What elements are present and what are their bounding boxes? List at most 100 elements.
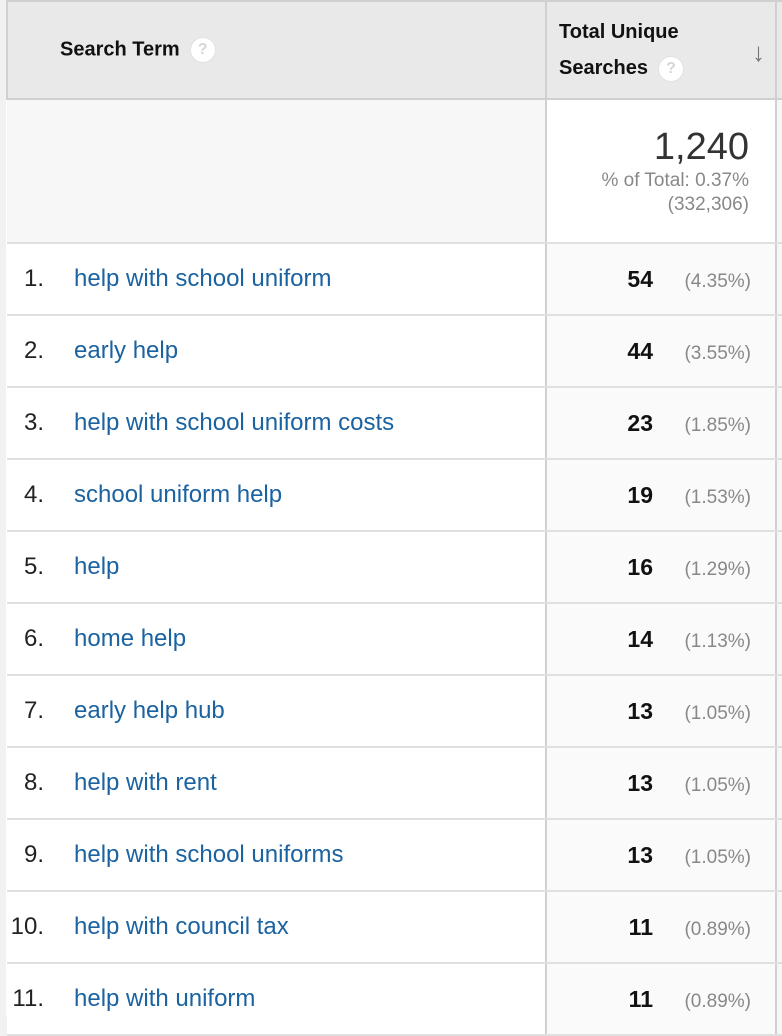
search-term-cell: 1. help with school uniform [7,243,546,316]
search-term-link[interactable]: early help hub [74,697,225,724]
table-row: 7. early help hub 13 (1.05%) [7,675,782,748]
search-term-link[interactable]: help with school uniform [74,265,331,292]
help-icon[interactable]: ? [657,55,684,82]
search-term-link[interactable]: early help [74,337,178,364]
search-term-link[interactable]: school uniform help [74,481,282,508]
metric-cell: 23 (1.85%) [545,387,777,460]
search-term-cell: 9. help with school uniforms [7,819,546,892]
row-index: 3. [23,409,44,436]
metric-cell: 16 (1.29%) [545,531,777,604]
percent-of-total: % of Total: 0.37% [601,170,749,191]
metric-percent: (1.29%) [684,558,751,580]
row-index: 11. [12,985,44,1012]
row-index: 6. [23,625,44,652]
metric-value: 16 [627,553,653,580]
search-term-link[interactable]: help with rent [74,769,217,796]
metric-cell: 11 (0.89%) [545,963,777,1036]
search-terms-table-container: Search Term? Total Unique Searches? ↓ 1,… [6,0,782,1036]
metric-cell: 19 (1.53%) [545,459,777,532]
extra-cell [775,747,782,820]
search-term-cell: 5. help [7,531,546,604]
search-term-link[interactable]: home help [74,625,186,652]
metric-cell: 13 (1.05%) [545,819,777,892]
metric-value: 13 [627,697,653,724]
search-term-cell: 10. help with council tax [7,891,546,964]
table-row: 10. help with council tax 11 (0.89%) [7,891,782,964]
metric-value: 14 [627,625,653,652]
table-row: 4. school uniform help 19 (1.53%) [7,459,782,532]
summary-metric-cell: 1,240 % of Total: 0.37% (332,306) [545,99,777,244]
search-term-cell: 4. school uniform help [7,459,546,532]
row-index: 4. [23,481,44,508]
metric-value: 11 [628,985,653,1012]
metric-value: 54 [627,265,653,292]
metric-value: 44 [627,337,653,364]
metric-cell: 44 (3.55%) [545,315,777,388]
metric-value: 13 [627,769,653,796]
table-row: 6. home help 14 (1.13%) [7,603,782,676]
sort-descending-icon[interactable]: ↓ [752,34,765,70]
column-header-label-line1: Total Unique [559,21,679,43]
extra-cell [775,459,782,532]
search-term-cell: 8. help with rent [7,747,546,820]
metric-percent: (1.05%) [684,774,751,796]
row-index: 2. [23,337,44,364]
row-index: 8. [23,769,44,796]
column-header-extra [775,0,782,100]
metric-value: 13 [627,841,653,868]
metric-value: 23 [627,409,653,436]
metric-cell: 11 (0.89%) [545,891,777,964]
row-index: 7. [23,697,44,724]
search-term-cell: 2. early help [7,315,546,388]
row-index: 5. [23,553,44,580]
table-row: 5. help 16 (1.29%) [7,531,782,604]
search-term-link[interactable]: help with school uniforms [74,841,343,868]
extra-cell [775,99,782,244]
table-row: 2. early help 44 (3.55%) [7,315,782,388]
metric-percent: (0.89%) [684,918,751,940]
column-header-label: Search Term [60,38,180,61]
table-row: 1. help with school uniform 54 (4.35%) [7,243,782,316]
table-header-row: Search Term? Total Unique Searches? ↓ [6,0,782,100]
extra-cell [775,891,782,964]
metric-cell: 13 (1.05%) [545,747,777,820]
extra-cell [775,819,782,892]
metric-cell: 54 (4.35%) [545,243,777,316]
metric-cell: 13 (1.05%) [545,675,777,748]
column-header-search-term[interactable]: Search Term? [6,0,547,100]
row-index: 1. [23,265,44,292]
search-term-cell: 11. help with uniform [7,963,546,1036]
extra-cell [775,675,782,748]
metric-percent: (1.85%) [684,414,751,436]
row-index: 10. [10,913,44,940]
extra-cell [775,603,782,676]
summary-label-cell [7,99,546,244]
search-terms-table: Search Term? Total Unique Searches? ↓ 1,… [6,0,782,1036]
metric-percent: (4.35%) [684,270,751,292]
metric-cell: 14 (1.13%) [545,603,777,676]
summary-row: 1,240 % of Total: 0.37% (332,306) [7,99,782,244]
extra-cell [775,531,782,604]
search-term-link[interactable]: help with council tax [74,913,289,940]
metric-percent: (1.53%) [684,486,751,508]
help-icon[interactable]: ? [189,37,216,63]
metric-percent: (3.55%) [684,342,751,364]
grand-total: (332,306) [667,194,749,215]
search-term-link[interactable]: help with uniform [74,985,255,1012]
column-header-label-line2: Searches [559,57,648,79]
extra-cell [775,315,782,388]
search-term-cell: 3. help with school uniform costs [7,387,546,460]
row-index: 9. [23,841,44,868]
metric-percent: (1.05%) [684,702,751,724]
metric-percent: (0.89%) [684,990,751,1012]
search-term-cell: 7. early help hub [7,675,546,748]
search-term-link[interactable]: help with school uniform costs [74,409,394,436]
metric-value: 19 [627,481,653,508]
total-value: 1,240 [653,126,749,168]
table-row: 11. help with uniform 11 (0.89%) [7,963,782,1036]
search-term-link[interactable]: help [74,553,119,580]
column-header-total-unique-searches[interactable]: Total Unique Searches? ↓ [545,0,777,100]
extra-cell [775,387,782,460]
metric-percent: (1.13%) [684,630,751,652]
table-row: 9. help with school uniforms 13 (1.05%) [7,819,782,892]
